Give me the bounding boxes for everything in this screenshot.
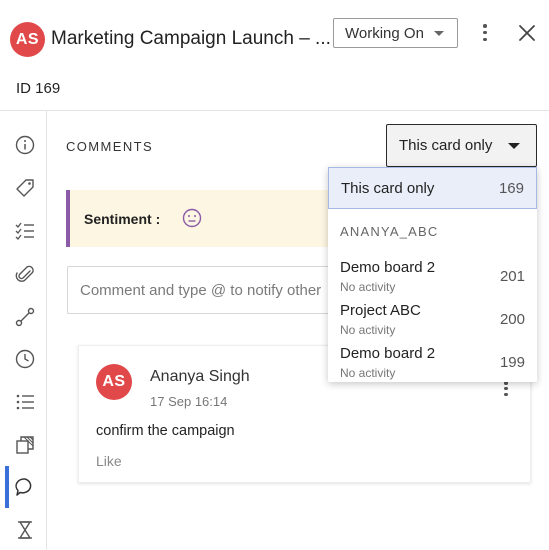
comment-text: confirm the campaign — [96, 423, 235, 439]
more-options-icon[interactable] — [480, 24, 490, 41]
comment-timestamp: 17 Sep 16:14 — [150, 394, 228, 409]
menu-item-count: 200 — [499, 311, 525, 328]
neutral-face-icon — [182, 208, 202, 228]
avatar: AS — [96, 364, 132, 400]
dependency-icon[interactable] — [14, 306, 36, 328]
menu-item-activity: No activity — [340, 366, 396, 380]
list-icon[interactable] — [14, 391, 36, 413]
copy-icon[interactable] — [14, 434, 36, 456]
comment-filter-dropdown[interactable]: This card only — [386, 124, 537, 167]
sentiment-label: Sentiment : — [84, 211, 161, 227]
menu-group-label: ANANYA_ABC — [340, 224, 439, 239]
menu-item-count: 199 — [499, 354, 525, 371]
menu-item-label: Demo board 2 — [340, 259, 436, 276]
avatar[interactable]: AS — [10, 22, 45, 57]
comment-icon[interactable] — [14, 476, 36, 498]
caret-down-icon — [508, 143, 520, 149]
menu-item-board[interactable]: Demo board 2 No activity 201 — [328, 259, 537, 299]
menu-item-board[interactable]: Demo board 2 No activity 199 — [328, 345, 537, 385]
menu-item-count: 201 — [499, 268, 525, 285]
comment-author: Ananya Singh — [150, 368, 250, 385]
menu-item-count: 169 — [498, 180, 524, 197]
menu-item-activity: No activity — [340, 280, 396, 294]
sentiment-banner: Sentiment : — [66, 190, 356, 247]
filter-label: This card only — [399, 137, 493, 154]
section-title: COMMENTS — [66, 139, 154, 154]
close-icon[interactable] — [517, 23, 537, 43]
card-header: AS Marketing Campaign Launch – ... Worki… — [0, 0, 549, 70]
card-title[interactable]: Marketing Campaign Launch – ... — [51, 28, 331, 50]
divider — [0, 110, 549, 111]
filter-menu: This card only 169 ANANYA_ABC Demo board… — [328, 167, 537, 382]
menu-item-label: Project ABC — [340, 302, 421, 319]
menu-item-label: Demo board 2 — [340, 345, 436, 362]
menu-item-board[interactable]: Project ABC No activity 200 — [328, 302, 537, 342]
status-dropdown[interactable]: Working On — [333, 18, 458, 48]
clock-icon[interactable] — [14, 348, 36, 370]
like-button[interactable]: Like — [96, 453, 122, 469]
menu-item-label: This card only — [341, 180, 435, 197]
menu-item-activity: No activity — [340, 323, 396, 337]
menu-item-this-card[interactable]: This card only 169 — [328, 167, 537, 209]
status-label: Working On — [345, 24, 424, 42]
comment-input[interactable] — [67, 266, 357, 314]
chevron-down-icon — [434, 31, 444, 36]
info-icon[interactable] — [14, 134, 36, 156]
attachment-icon[interactable] — [14, 263, 36, 285]
checklist-icon[interactable] — [14, 220, 36, 242]
hourglass-icon[interactable] — [14, 519, 36, 541]
sidebar-active-indicator — [5, 466, 9, 508]
card-id: ID 169 — [16, 80, 61, 97]
tag-icon[interactable] — [14, 177, 36, 199]
